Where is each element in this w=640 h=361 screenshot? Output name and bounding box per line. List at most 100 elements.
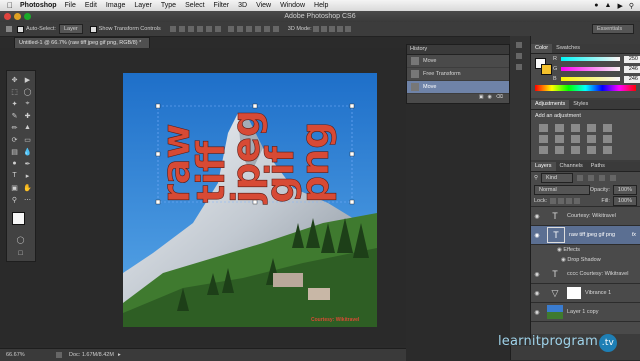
type-tool-icon[interactable]: T bbox=[9, 170, 20, 181]
lock-pixels-icon[interactable] bbox=[558, 197, 565, 204]
zoom-level[interactable]: 66.67% bbox=[6, 352, 46, 358]
new-document-from-state-icon[interactable]: ▣ bbox=[479, 94, 484, 101]
foreground-color-swatch[interactable] bbox=[12, 212, 25, 225]
history-panel-header[interactable]: History bbox=[407, 45, 509, 55]
edit-toolbar-icon[interactable]: ⋯ bbox=[22, 194, 33, 205]
brush-tool-icon[interactable]: ✏ bbox=[9, 122, 20, 133]
align-left-icon[interactable] bbox=[196, 26, 203, 32]
channel-mixer-icon[interactable] bbox=[603, 135, 612, 143]
menu-file[interactable]: File bbox=[65, 2, 76, 9]
threshold-icon[interactable] bbox=[571, 146, 580, 154]
visibility-eye-icon[interactable]: ◉ bbox=[531, 232, 543, 239]
history-tab[interactable]: History bbox=[410, 46, 427, 52]
distribute-middle-icon[interactable] bbox=[236, 26, 243, 32]
green-value[interactable]: 246 bbox=[624, 65, 640, 73]
history-item-selected[interactable]: Move bbox=[407, 81, 509, 94]
snapshot-icon[interactable]: ◉ bbox=[488, 94, 492, 101]
eyedropper-tool-icon[interactable]: ✎ bbox=[9, 110, 20, 121]
filter-type-icon[interactable] bbox=[599, 175, 606, 181]
menu-select[interactable]: Select bbox=[185, 2, 204, 9]
quick-mask-icon[interactable]: ◯ bbox=[15, 234, 26, 245]
document-tab[interactable]: Untitled-1 @ 66.7% (raw tiff jpeg gif pn… bbox=[14, 37, 150, 48]
layer-row[interactable]: ◉ T Courtesy: Wikitravel bbox=[531, 207, 640, 226]
distribute-left-icon[interactable] bbox=[254, 26, 261, 32]
eraser-tool-icon[interactable]: ▭ bbox=[22, 134, 33, 145]
selective-color-icon[interactable] bbox=[587, 146, 596, 154]
status-menu-arrow-icon[interactable]: ▸ bbox=[118, 352, 121, 358]
red-value[interactable]: 250 bbox=[624, 55, 640, 63]
history-panel-icon[interactable] bbox=[516, 42, 522, 48]
blue-slider[interactable] bbox=[560, 77, 621, 81]
menu-extras-icon[interactable]: ● bbox=[594, 2, 598, 10]
distribute-right-icon[interactable] bbox=[272, 26, 279, 32]
tab-layers[interactable]: Layers bbox=[531, 162, 556, 171]
screen-mode-icon[interactable]: □ bbox=[15, 248, 26, 259]
invert-icon[interactable] bbox=[539, 146, 548, 154]
brightness-contrast-icon[interactable] bbox=[539, 124, 548, 132]
menu-filter[interactable]: Filter bbox=[214, 2, 230, 9]
effects-row[interactable]: ◉ Effects bbox=[531, 245, 640, 255]
auto-select-checkbox[interactable] bbox=[17, 25, 24, 33]
crop-tool-icon[interactable]: ⌖ bbox=[22, 98, 33, 109]
menu-image[interactable]: Image bbox=[106, 2, 125, 9]
pen-tool-icon[interactable]: ✒ bbox=[22, 158, 33, 169]
healing-tool-icon[interactable]: ✚ bbox=[22, 110, 33, 121]
close-window-button[interactable] bbox=[4, 13, 11, 20]
drop-shadow-row[interactable]: ◉ Drop Shadow bbox=[531, 255, 640, 265]
gradient-map-icon[interactable] bbox=[603, 146, 612, 154]
quick-select-tool-icon[interactable]: ✦ bbox=[9, 98, 20, 109]
3d-slide-icon[interactable] bbox=[336, 26, 343, 32]
blue-value[interactable]: 246 bbox=[624, 75, 640, 83]
align-bottom-icon[interactable] bbox=[187, 26, 194, 32]
tab-color[interactable]: Color bbox=[531, 44, 553, 53]
visibility-eye-icon[interactable]: ◉ bbox=[531, 309, 543, 316]
zoom-tool-icon[interactable]: ⚲ bbox=[9, 194, 20, 205]
3d-roll-icon[interactable] bbox=[320, 26, 327, 32]
layer-row[interactable]: ◉ Layer 1 copy bbox=[531, 303, 640, 322]
gradient-tool-icon[interactable]: ▤ bbox=[9, 146, 20, 157]
layer-row[interactable]: ◉ ▽ Vibrance 1 bbox=[531, 284, 640, 303]
show-transform-checkbox[interactable] bbox=[89, 25, 97, 33]
lock-position-icon[interactable] bbox=[566, 197, 573, 204]
zoom-window-button[interactable] bbox=[24, 13, 31, 20]
blur-tool-icon[interactable]: 💧 bbox=[22, 146, 33, 157]
artboard-tool-icon[interactable]: ▶ bbox=[22, 74, 33, 85]
color-spectrum-bar[interactable] bbox=[535, 85, 636, 91]
tab-adjustments[interactable]: Adjustments bbox=[531, 100, 570, 109]
move-tool-preset-icon[interactable] bbox=[6, 26, 12, 32]
lasso-tool-icon[interactable]: ◯ bbox=[22, 86, 33, 97]
tab-swatches[interactable]: Swatches bbox=[552, 44, 584, 53]
3d-pan-icon[interactable] bbox=[328, 26, 335, 32]
exposure-icon[interactable] bbox=[587, 124, 596, 132]
layer-row[interactable]: ◉ T cccc Courtesy: Wikitravel bbox=[531, 265, 640, 284]
status-info-icon[interactable] bbox=[56, 352, 62, 358]
distribute-center-icon[interactable] bbox=[263, 26, 270, 32]
visibility-eye-icon[interactable]: ◉ bbox=[531, 271, 543, 278]
apple-icon[interactable]:  bbox=[0, 1, 20, 10]
red-slider[interactable] bbox=[560, 57, 621, 61]
workspace-dropdown[interactable]: Essentials bbox=[592, 24, 634, 34]
color-panel-background-swatch[interactable] bbox=[541, 64, 552, 75]
menu-window[interactable]: Window bbox=[280, 2, 305, 9]
search-icon[interactable]: ⚲ bbox=[629, 2, 634, 10]
drop-shadow-eye-icon[interactable]: ◉ bbox=[561, 257, 566, 263]
filter-shape-icon[interactable] bbox=[610, 175, 617, 181]
filter-adjustment-icon[interactable] bbox=[588, 175, 595, 181]
marquee-tool-icon[interactable]: ⬚ bbox=[9, 86, 20, 97]
menu-type[interactable]: Type bbox=[161, 2, 176, 9]
history-item[interactable]: Free Transform bbox=[407, 68, 509, 81]
color-balance-icon[interactable] bbox=[555, 135, 564, 143]
shape-tool-icon[interactable]: ▣ bbox=[9, 182, 20, 193]
trash-icon[interactable]: ⌫ bbox=[496, 94, 503, 101]
hand-tool-icon[interactable]: ✋ bbox=[22, 182, 33, 193]
menu-help[interactable]: Help bbox=[314, 2, 328, 9]
minimize-window-button[interactable] bbox=[14, 13, 21, 20]
black-white-icon[interactable] bbox=[571, 135, 580, 143]
3d-rotate-icon[interactable] bbox=[312, 26, 319, 32]
move-tool-icon[interactable]: ✥ bbox=[9, 74, 20, 85]
tab-channels[interactable]: Channels bbox=[556, 162, 587, 171]
wifi-icon[interactable]: ▲ bbox=[605, 2, 612, 10]
3d-scale-icon[interactable] bbox=[344, 26, 351, 32]
properties-panel-icon[interactable] bbox=[516, 53, 522, 59]
photo-filter-icon[interactable] bbox=[587, 135, 596, 143]
